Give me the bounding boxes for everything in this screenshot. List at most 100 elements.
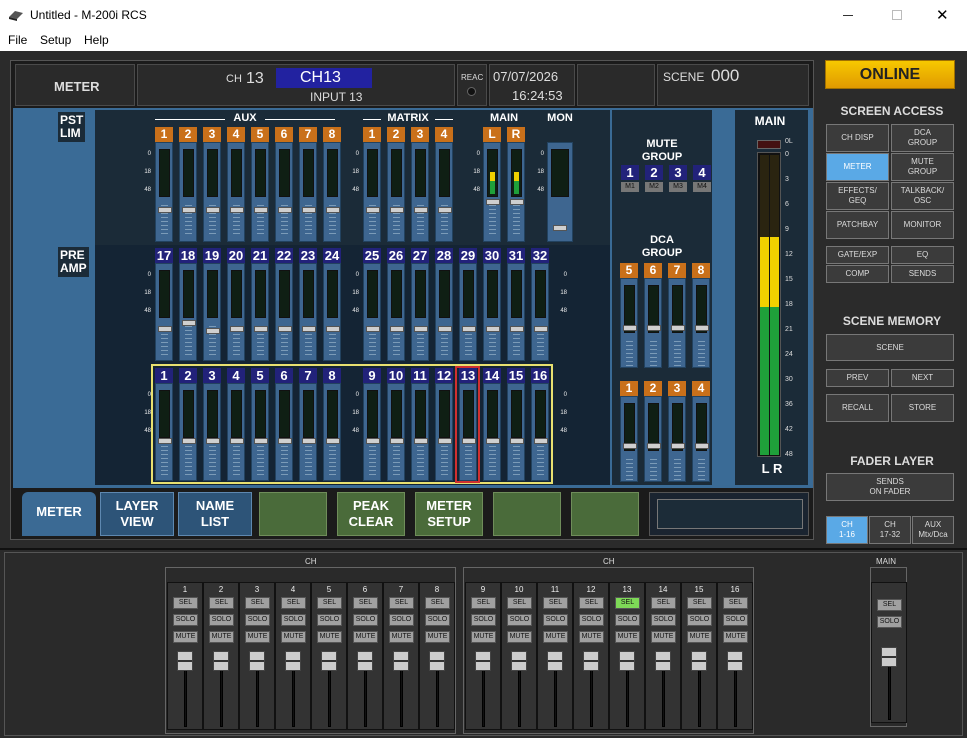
input-strip-16[interactable] xyxy=(531,383,549,481)
fader-strip-7-mute-button[interactable]: MUTE xyxy=(389,631,414,643)
maximize-icon[interactable] xyxy=(892,10,902,20)
matrix-strip-1-fader-knob[interactable] xyxy=(366,207,380,213)
menu-setup[interactable]: Setup xyxy=(40,33,71,47)
recall-button[interactable]: RECALL xyxy=(826,394,889,422)
fader-strip-1-mute-button[interactable]: MUTE xyxy=(173,631,198,643)
input-strip-13[interactable] xyxy=(459,383,477,481)
fader-strip-2-sel-button[interactable]: SEL xyxy=(209,597,234,609)
fader-strip-15-solo-button[interactable]: SOLO xyxy=(687,614,712,626)
input-strip-6-fader-knob[interactable] xyxy=(278,438,292,444)
dca-strip-3-fader-knob[interactable] xyxy=(671,443,685,449)
input-strip-26-fader-knob[interactable] xyxy=(390,326,404,332)
meter-setup-button[interactable]: METER SETUP xyxy=(415,492,483,536)
tab-blank-3[interactable] xyxy=(571,492,639,536)
input-strip-30[interactable] xyxy=(483,263,501,361)
tab-layer-view[interactable]: LAYER VIEW xyxy=(100,492,174,536)
meter-button[interactable]: METER xyxy=(826,153,889,181)
fader-strip-6-mute-button[interactable]: MUTE xyxy=(353,631,378,643)
fader-strip-16-sel-button[interactable]: SEL xyxy=(723,597,748,609)
layer-ch-17-32-button[interactable]: CH 17-32 xyxy=(869,516,911,544)
input-strip-20-fader-knob[interactable] xyxy=(230,326,244,332)
matrix-strip-1[interactable] xyxy=(363,142,381,242)
fader-strip-9-sel-button[interactable]: SEL xyxy=(471,597,496,609)
input-strip-6[interactable] xyxy=(275,383,293,481)
input-strip-31-fader-knob[interactable] xyxy=(510,326,524,332)
input-strip-29[interactable] xyxy=(459,263,477,361)
matrix-strip-3[interactable] xyxy=(411,142,429,242)
main-strip-r-fader-knob[interactable] xyxy=(510,199,524,205)
aux-strip-4-fader-knob[interactable] xyxy=(230,207,244,213)
fader-strip-3-solo-button[interactable]: SOLO xyxy=(245,614,270,626)
dca-strip-7[interactable] xyxy=(668,278,686,368)
aux-strip-5-fader-knob[interactable] xyxy=(254,207,268,213)
aux-strip-6-fader-knob[interactable] xyxy=(278,207,292,213)
dca-strip-4-fader-knob[interactable] xyxy=(695,443,709,449)
input-strip-19-fader-knob[interactable] xyxy=(206,328,220,334)
fader-strip-1-fader-knob[interactable] xyxy=(177,651,193,671)
dca-strip-1-fader-knob[interactable] xyxy=(623,443,637,449)
fader-strip-main-sel-button[interactable]: SEL xyxy=(877,599,902,611)
input-strip-31[interactable] xyxy=(507,263,525,361)
input-strip-21-fader-knob[interactable] xyxy=(254,326,268,332)
dca-strip-4[interactable] xyxy=(692,396,710,482)
dca-strip-5[interactable] xyxy=(620,278,638,368)
input-strip-23[interactable] xyxy=(299,263,317,361)
fader-strip-main-fader-knob[interactable] xyxy=(881,647,897,667)
fader-strip-14-mute-button[interactable]: MUTE xyxy=(651,631,676,643)
fader-strip-5-solo-button[interactable]: SOLO xyxy=(317,614,342,626)
fader-strip-2-mute-button[interactable]: MUTE xyxy=(209,631,234,643)
main-strip-l-fader-knob[interactable] xyxy=(486,199,500,205)
input-strip-20[interactable] xyxy=(227,263,245,361)
mute-master-4[interactable]: M4 xyxy=(693,182,711,192)
main-strip-l[interactable] xyxy=(483,142,501,242)
fader-strip-12-solo-button[interactable]: SOLO xyxy=(579,614,604,626)
aux-strip-2-fader-knob[interactable] xyxy=(182,207,196,213)
fader-strip-7-sel-button[interactable]: SEL xyxy=(389,597,414,609)
aux-strip-8[interactable] xyxy=(323,142,341,242)
fader-strip-14-fader-knob[interactable] xyxy=(655,651,671,671)
mute-master-3[interactable]: M3 xyxy=(669,182,687,192)
dca-strip-2[interactable] xyxy=(644,396,662,482)
fader-strip-8-solo-button[interactable]: SOLO xyxy=(425,614,450,626)
fader-strip-11-mute-button[interactable]: MUTE xyxy=(543,631,568,643)
input-strip-3[interactable] xyxy=(203,383,221,481)
input-strip-9[interactable] xyxy=(363,383,381,481)
input-strip-32-fader-knob[interactable] xyxy=(534,326,548,332)
ch-disp-button[interactable]: CH DISP xyxy=(826,124,889,152)
mute-group-3[interactable]: 3 xyxy=(669,165,687,180)
input-strip-30-fader-knob[interactable] xyxy=(486,326,500,332)
tab-name-list[interactable]: NAME LIST xyxy=(178,492,252,536)
fader-strip-7-fader-knob[interactable] xyxy=(393,651,409,671)
dca-strip-5-fader-knob[interactable] xyxy=(623,325,637,331)
fader-strip-12-fader-knob[interactable] xyxy=(583,651,599,671)
close-icon[interactable]: ✕ xyxy=(936,6,949,24)
sends-button[interactable]: SENDS xyxy=(891,265,954,283)
input-strip-8[interactable] xyxy=(323,383,341,481)
input-strip-1-fader-knob[interactable] xyxy=(158,438,172,444)
input-strip-18-fader-knob[interactable] xyxy=(182,320,196,326)
gate-exp-button[interactable]: GATE/EXP xyxy=(826,246,889,264)
aux-strip-1-fader-knob[interactable] xyxy=(158,207,172,213)
monitor-button[interactable]: MONITOR xyxy=(891,211,954,239)
matrix-strip-2[interactable] xyxy=(387,142,405,242)
fader-strip-4-mute-button[interactable]: MUTE xyxy=(281,631,306,643)
input-strip-10-fader-knob[interactable] xyxy=(390,438,404,444)
fader-strip-15-sel-button[interactable]: SEL xyxy=(687,597,712,609)
fader-strip-main-solo-button[interactable]: SOLO xyxy=(877,616,902,628)
input-strip-24-fader-knob[interactable] xyxy=(326,326,340,332)
fader-strip-1-sel-button[interactable]: SEL xyxy=(173,597,198,609)
aux-strip-5[interactable] xyxy=(251,142,269,242)
input-strip-22-fader-knob[interactable] xyxy=(278,326,292,332)
tab-blank-2[interactable] xyxy=(493,492,561,536)
main-strip-r[interactable] xyxy=(507,142,525,242)
matrix-strip-2-fader-knob[interactable] xyxy=(390,207,404,213)
fader-strip-8-sel-button[interactable]: SEL xyxy=(425,597,450,609)
input-strip-27-fader-knob[interactable] xyxy=(414,326,428,332)
input-strip-24[interactable] xyxy=(323,263,341,361)
dca-group-button[interactable]: DCA GROUP xyxy=(891,124,954,152)
fader-strip-9-solo-button[interactable]: SOLO xyxy=(471,614,496,626)
input-strip-5-fader-knob[interactable] xyxy=(254,438,268,444)
fader-strip-4-fader-knob[interactable] xyxy=(285,651,301,671)
aux-strip-7[interactable] xyxy=(299,142,317,242)
dca-strip-8-fader-knob[interactable] xyxy=(695,325,709,331)
